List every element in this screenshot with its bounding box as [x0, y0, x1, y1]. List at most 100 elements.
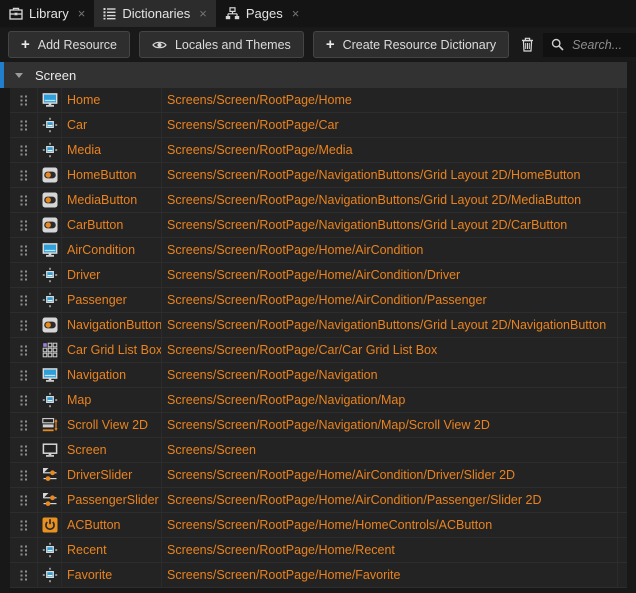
- resource-name: PassengerSlider: [62, 488, 162, 512]
- node2d-icon: [38, 538, 62, 562]
- plus-icon: +: [326, 37, 335, 52]
- resource-path: Screens/Screen/RootPage/Home/AirConditio…: [162, 238, 618, 262]
- drag-handle[interactable]: [10, 113, 38, 137]
- resource-name: Favorite: [62, 563, 162, 587]
- row-end-spacer: [618, 438, 627, 462]
- drag-handle[interactable]: [10, 488, 38, 512]
- toggle-button-icon: [38, 188, 62, 212]
- resource-name: Map: [62, 388, 162, 412]
- resource-path: Screens/Screen/RootPage/NavigationButton…: [162, 163, 618, 187]
- drag-handle[interactable]: [10, 413, 38, 437]
- resource-name: HomeButton: [62, 163, 162, 187]
- page-icon: [38, 238, 62, 262]
- search-box: [543, 33, 636, 57]
- drag-handle[interactable]: [10, 138, 38, 162]
- table-row[interactable]: Scroll View 2D Screens/Screen/RootPage/N…: [10, 413, 627, 438]
- drag-handle[interactable]: [10, 288, 38, 312]
- page-icon: [38, 88, 62, 112]
- drag-handle[interactable]: [10, 238, 38, 262]
- slider-icon: [38, 488, 62, 512]
- search-input[interactable]: [570, 37, 636, 53]
- group-header-label: Screen: [35, 68, 76, 83]
- resource-path: Screens/Screen/RootPage/Car: [162, 113, 618, 137]
- resource-name: MediaButton: [62, 188, 162, 212]
- row-end-spacer: [618, 88, 627, 112]
- row-end-spacer: [618, 313, 627, 337]
- table-row[interactable]: Car Grid List Box Screens/Screen/RootPag…: [10, 338, 627, 363]
- drag-handle[interactable]: [10, 338, 38, 362]
- resource-path: Screens/Screen/RootPage/Home/Favorite: [162, 563, 618, 587]
- table-row[interactable]: AirCondition Screens/Screen/RootPage/Hom…: [10, 238, 627, 263]
- add-resource-label: Add Resource: [38, 38, 117, 52]
- drag-handle[interactable]: [10, 438, 38, 462]
- tab-dictionaries[interactable]: Dictionaries ×: [94, 0, 216, 27]
- close-icon[interactable]: ×: [292, 7, 300, 20]
- add-resource-button[interactable]: + Add Resource: [8, 31, 130, 58]
- trash-icon: [521, 37, 534, 52]
- close-icon[interactable]: ×: [78, 7, 86, 20]
- drag-handle[interactable]: [10, 538, 38, 562]
- table-row[interactable]: Car Screens/Screen/RootPage/Car: [10, 113, 627, 138]
- drag-handle[interactable]: [10, 163, 38, 187]
- locales-and-themes-button[interactable]: Locales and Themes: [139, 31, 304, 58]
- drag-handle[interactable]: [10, 188, 38, 212]
- drag-handle[interactable]: [10, 363, 38, 387]
- resource-path: Screens/Screen/RootPage/NavigationButton…: [162, 188, 618, 212]
- drag-handle[interactable]: [10, 388, 38, 412]
- table-row[interactable]: Recent Screens/Screen/RootPage/Home/Rece…: [10, 538, 627, 563]
- resource-name: Recent: [62, 538, 162, 562]
- row-end-spacer: [618, 238, 627, 262]
- table-row[interactable]: Driver Screens/Screen/RootPage/Home/AirC…: [10, 263, 627, 288]
- slider-icon: [38, 463, 62, 487]
- toggle-button-icon: [38, 313, 62, 337]
- table-row[interactable]: DriverSlider Screens/Screen/RootPage/Hom…: [10, 463, 627, 488]
- table-row[interactable]: CarButton Screens/Screen/RootPage/Naviga…: [10, 213, 627, 238]
- table-row[interactable]: HomeButton Screens/Screen/RootPage/Navig…: [10, 163, 627, 188]
- tab-library[interactable]: Library ×: [0, 0, 94, 27]
- plus-icon: +: [21, 37, 30, 52]
- resource-name: NavigationButton: [62, 313, 162, 337]
- table-row[interactable]: Home Screens/Screen/RootPage/Home: [10, 88, 627, 113]
- tab-pages[interactable]: Pages ×: [216, 0, 308, 27]
- resource-name: Car Grid List Box: [62, 338, 162, 362]
- create-resource-dictionary-button[interactable]: + Create Resource Dictionary: [313, 31, 509, 58]
- table-row[interactable]: Media Screens/Screen/RootPage/Media: [10, 138, 627, 163]
- delete-button[interactable]: [521, 32, 534, 57]
- table-row[interactable]: MediaButton Screens/Screen/RootPage/Navi…: [10, 188, 627, 213]
- row-end-spacer: [618, 413, 627, 437]
- row-end-spacer: [618, 113, 627, 137]
- drag-handle[interactable]: [10, 213, 38, 237]
- table-row[interactable]: Favorite Screens/Screen/RootPage/Home/Fa…: [10, 563, 627, 588]
- resource-name: AirCondition: [62, 238, 162, 262]
- close-icon[interactable]: ×: [199, 7, 207, 20]
- resource-path: Screens/Screen/RootPage/Navigation/Map/S…: [162, 413, 618, 437]
- tab-label: Library: [29, 6, 69, 21]
- chevron-down-icon[interactable]: [15, 73, 23, 78]
- drag-handle[interactable]: [10, 263, 38, 287]
- table-row[interactable]: Screen Screens/Screen: [10, 438, 627, 463]
- eye-icon: [152, 39, 167, 51]
- resource-name: Scroll View 2D: [62, 413, 162, 437]
- row-end-spacer: [618, 288, 627, 312]
- drag-handle[interactable]: [10, 88, 38, 112]
- locales-themes-label: Locales and Themes: [175, 38, 291, 52]
- search-icon: [551, 38, 564, 51]
- table-row[interactable]: Navigation Screens/Screen/RootPage/Navig…: [10, 363, 627, 388]
- resource-path: Screens/Screen/RootPage/Home/AirConditio…: [162, 488, 618, 512]
- resource-name: DriverSlider: [62, 463, 162, 487]
- drag-handle[interactable]: [10, 463, 38, 487]
- table-row[interactable]: NavigationButton Screens/Screen/RootPage…: [10, 313, 627, 338]
- resource-name: CarButton: [62, 213, 162, 237]
- drag-handle[interactable]: [10, 513, 38, 537]
- table-row[interactable]: ACButton Screens/Screen/RootPage/Home/Ho…: [10, 513, 627, 538]
- table-row[interactable]: Map Screens/Screen/RootPage/Navigation/M…: [10, 388, 627, 413]
- drag-handle[interactable]: [10, 563, 38, 587]
- screen-group-header[interactable]: Screen: [0, 62, 627, 88]
- node2d-icon: [38, 113, 62, 137]
- table-row[interactable]: Passenger Screens/Screen/RootPage/Home/A…: [10, 288, 627, 313]
- row-end-spacer: [618, 338, 627, 362]
- table-row[interactable]: PassengerSlider Screens/Screen/RootPage/…: [10, 488, 627, 513]
- drag-handle[interactable]: [10, 313, 38, 337]
- tab-label: Dictionaries: [122, 6, 190, 21]
- resource-path: Screens/Screen/RootPage/Navigation: [162, 363, 618, 387]
